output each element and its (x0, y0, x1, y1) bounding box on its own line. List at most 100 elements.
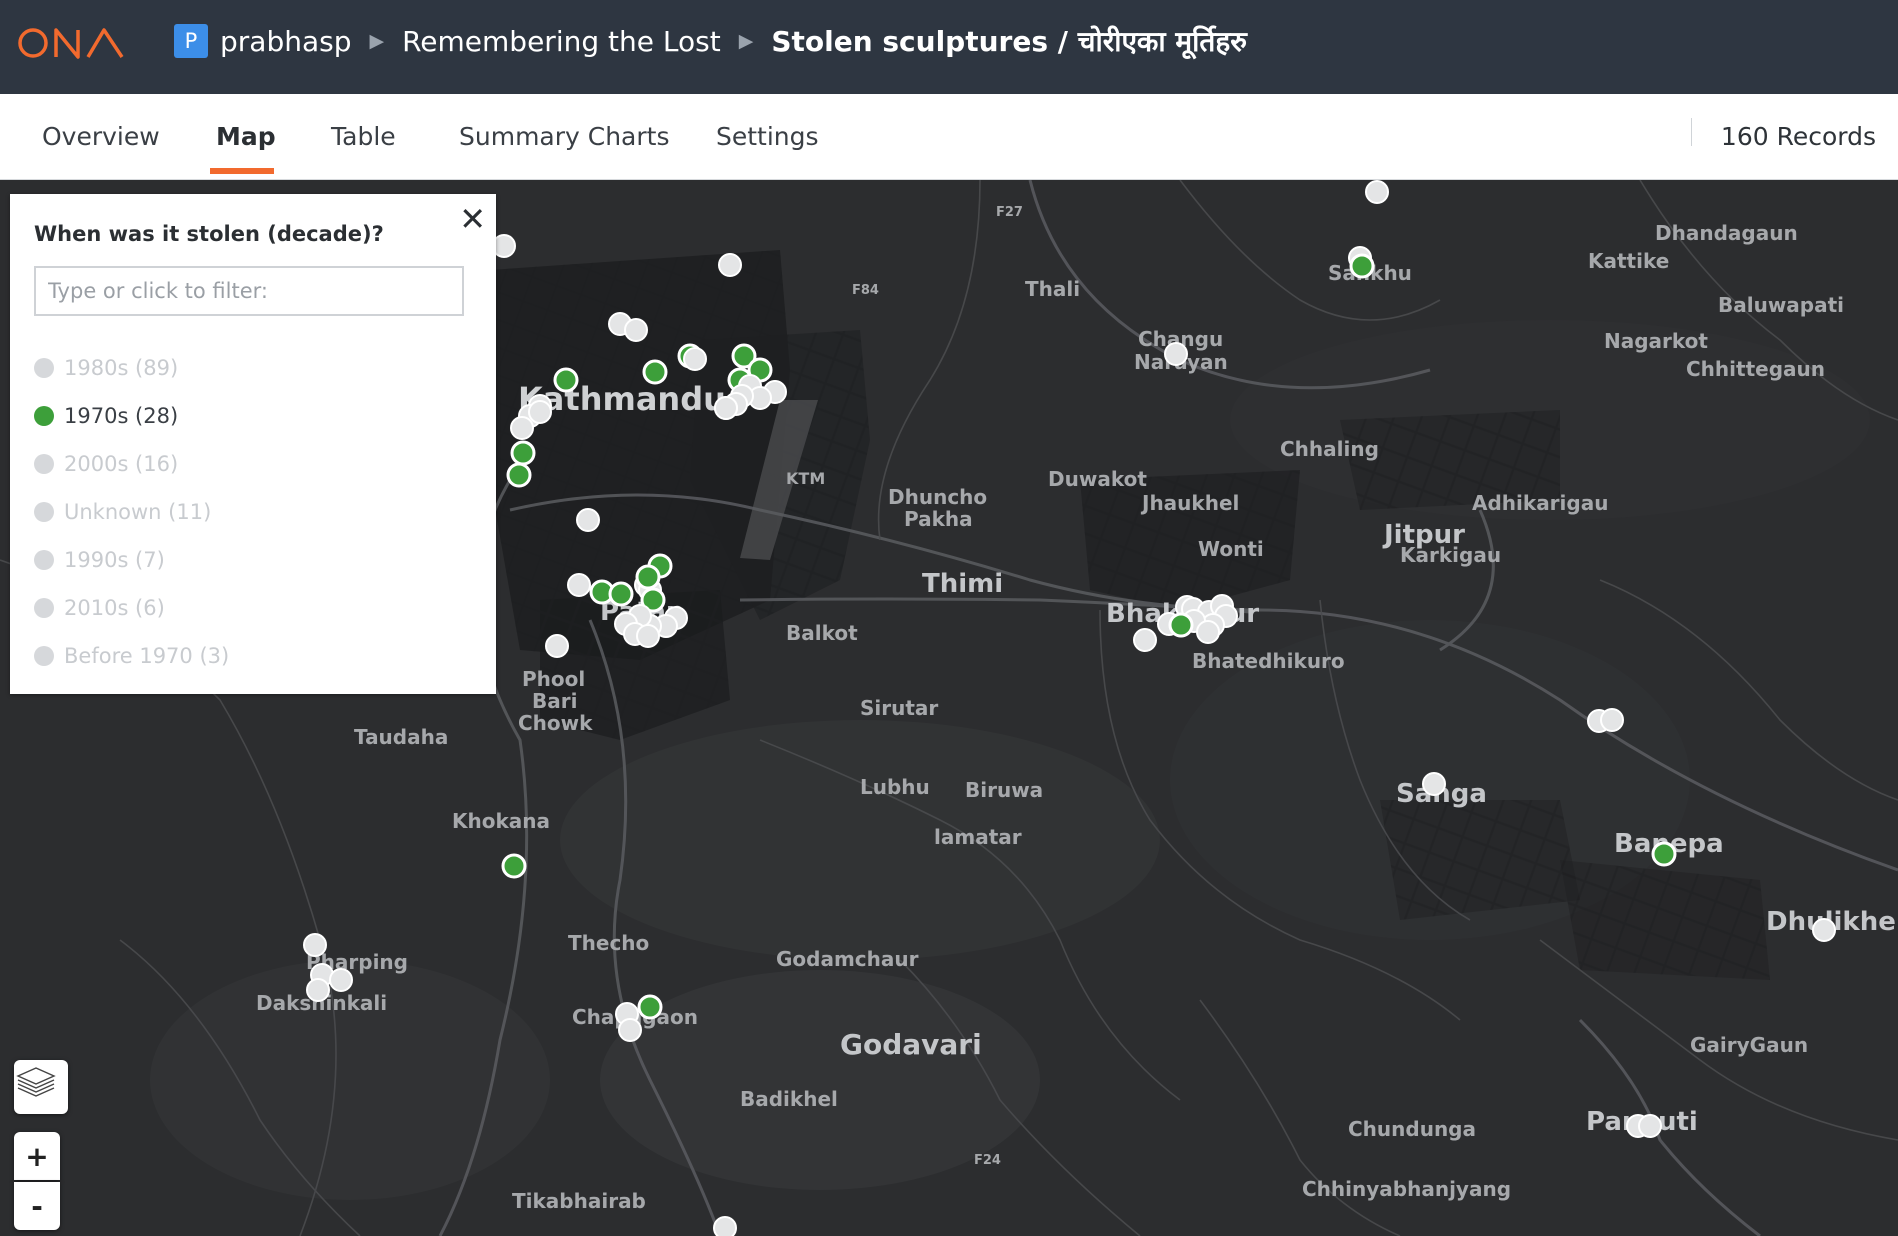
zoom-out-button[interactable]: - (14, 1182, 60, 1230)
divider (1691, 118, 1692, 146)
legend-dot-icon (34, 598, 54, 618)
map-marker[interactable] (306, 978, 330, 1002)
map-label: Chundunga (1348, 1117, 1476, 1141)
map-marker-1970s[interactable] (608, 581, 634, 607)
map-marker-1970s[interactable] (1651, 841, 1677, 867)
map-marker[interactable] (329, 968, 353, 992)
map-marker-1970s[interactable] (501, 853, 527, 879)
map-label: Adhikarigau (1472, 491, 1608, 515)
legend-item-label: 2010s (6) (64, 596, 165, 620)
map-marker-1970s[interactable] (642, 359, 668, 385)
legend-item-2000s[interactable]: 2000s (16) (34, 440, 229, 488)
map-marker[interactable] (567, 573, 591, 597)
map-label: Godamchaur (776, 947, 919, 971)
map-marker[interactable] (683, 347, 707, 371)
map-marker-1970s[interactable] (637, 994, 663, 1020)
tab-table[interactable]: Table (331, 94, 396, 179)
tab-bar: Overview Map Table Summary Charts Settin… (0, 94, 1898, 245)
tab-map[interactable]: Map (216, 94, 276, 179)
map-marker[interactable] (1812, 918, 1836, 942)
layers-icon (16, 1067, 56, 1097)
map-label: Bari (532, 689, 577, 713)
map-marker-1970s[interactable] (1349, 253, 1375, 279)
map-label: Chhittegaun (1686, 357, 1825, 381)
map-label: Thimi (922, 569, 1003, 599)
legend-item-before-1970[interactable]: Before 1970 (3) (34, 632, 229, 680)
tab-overview[interactable]: Overview (42, 94, 160, 179)
close-icon[interactable]: ✕ (459, 200, 486, 238)
map-marker[interactable] (303, 933, 327, 957)
map-marker[interactable] (492, 234, 516, 258)
map-marker[interactable] (1196, 620, 1220, 644)
tab-settings[interactable]: Settings (716, 94, 819, 179)
map-label: GairyGaun (1690, 1033, 1808, 1057)
map-marker-1970s[interactable] (553, 367, 579, 393)
legend-filter-input[interactable] (34, 266, 464, 316)
legend-item-label: 1970s (28) (64, 404, 179, 428)
legend-item-2010s[interactable]: 2010s (6) (34, 584, 229, 632)
map-marker-1970s[interactable] (1168, 612, 1194, 638)
legend-item-label: Unknown (11) (64, 500, 212, 524)
map-label: Karkigau (1400, 543, 1501, 567)
layers-control[interactable] (14, 1060, 68, 1114)
legend-title: When was it stolen (decade)? (34, 222, 384, 246)
breadcrumb: P prabhasp ▶ Remembering the Lost ▶ Stol… (174, 0, 1247, 82)
map-marker[interactable] (545, 634, 569, 658)
tab-summary-charts[interactable]: Summary Charts (459, 94, 670, 179)
map-marker[interactable] (1600, 708, 1624, 732)
map-marker[interactable] (1638, 1114, 1662, 1138)
map-label: Baluwapati (1718, 293, 1844, 317)
legend-dot-icon (34, 406, 54, 426)
map-label: Pakha (904, 507, 973, 531)
zoom-in-button[interactable]: + (14, 1132, 60, 1180)
map-marker[interactable] (714, 396, 738, 420)
legend-dot-icon (34, 454, 54, 474)
map-marker[interactable] (624, 318, 648, 342)
map-label: Chhaling (1280, 437, 1379, 461)
map-label: Wonti (1198, 537, 1264, 561)
map-label: Thali (1025, 277, 1080, 301)
map-marker[interactable] (1164, 342, 1188, 366)
map-label: Phool (522, 667, 585, 691)
legend-item-unknown[interactable]: Unknown (11) (34, 488, 229, 536)
map-label: Godavari (840, 1028, 982, 1061)
map-marker[interactable] (576, 508, 600, 532)
map-marker-1970s[interactable] (506, 462, 532, 488)
legend-panel: When was it stolen (decade)? ✕ 1980s (89… (10, 194, 496, 694)
map-label: Kattike (1588, 249, 1669, 273)
records-count: 160 Records (1720, 122, 1876, 151)
map-marker[interactable] (1365, 180, 1389, 204)
map-marker[interactable] (1133, 628, 1157, 652)
legend-item-label: Before 1970 (3) (64, 644, 230, 668)
map-label: Khokana (452, 809, 550, 833)
map-marker[interactable] (636, 624, 660, 648)
legend-item-1970s[interactable]: 1970s (28) (34, 392, 229, 440)
breadcrumb-project[interactable]: Remembering the Lost (402, 25, 721, 58)
legend-item-1980s[interactable]: 1980s (89) (34, 344, 229, 392)
map-marker[interactable] (718, 253, 742, 277)
map-label: Badikhel (740, 1087, 838, 1111)
map-marker-1970s[interactable] (510, 440, 536, 466)
legend-dot-icon (34, 502, 54, 522)
map-marker[interactable] (618, 1018, 642, 1042)
map-label: Dhuncho (888, 485, 987, 509)
map-label: Chhinyabhanjyang (1302, 1177, 1511, 1201)
legend-list: 1980s (89) 1970s (28) 2000s (16) Unknown… (34, 344, 229, 680)
map-label: F84 (852, 283, 879, 298)
ona-logo[interactable] (16, 24, 126, 62)
active-tab-indicator (210, 168, 274, 174)
map-label: Lubhu (860, 775, 930, 799)
map-label: F27 (996, 205, 1023, 220)
breadcrumb-user[interactable]: prabhasp (220, 25, 351, 58)
map-label: Thecho (568, 931, 649, 955)
user-avatar[interactable]: P (174, 24, 208, 58)
map-marker[interactable] (510, 416, 534, 440)
map-marker[interactable] (713, 1216, 737, 1236)
map-label: lamatar (934, 825, 1022, 849)
map-marker[interactable] (1422, 772, 1446, 796)
map-label: Jhaukhel (1140, 491, 1239, 515)
legend-item-1990s[interactable]: 1990s (7) (34, 536, 229, 584)
map-marker[interactable] (528, 400, 552, 424)
map-label: F24 (974, 1153, 1001, 1168)
map-marker-1970s[interactable] (635, 564, 661, 590)
